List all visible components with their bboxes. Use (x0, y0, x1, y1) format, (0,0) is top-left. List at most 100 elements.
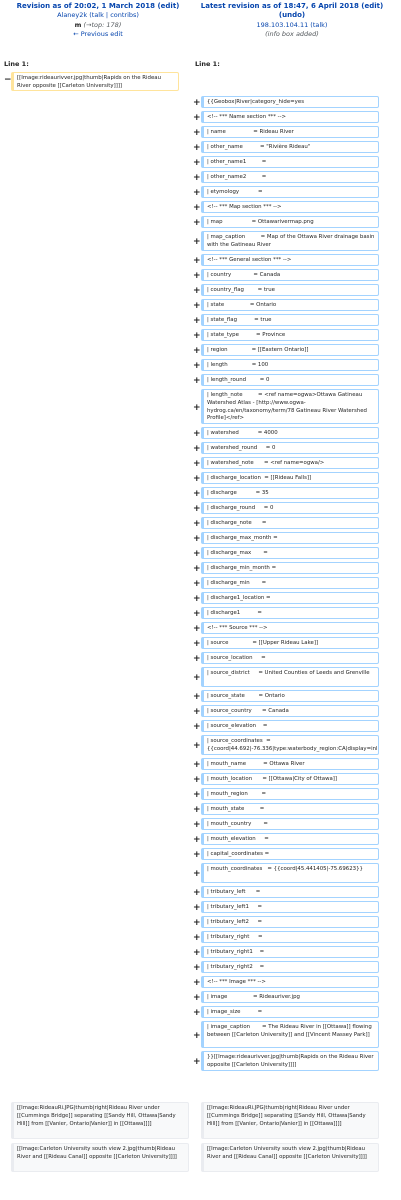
added-line-row: + | mouth_coordinates = {{coord|45.441405… (193, 863, 379, 885)
new-revision-summary: (info box added) (265, 29, 319, 38)
added-line-row: + | other_name2 = (193, 171, 379, 185)
added-line-row: + | etymology = (193, 186, 379, 200)
added-marker-icon: + (193, 158, 201, 168)
added-line-row: + | discharge_note = (193, 517, 379, 531)
added-marker-icon: + (193, 188, 201, 198)
added-line: | tributary_left = (201, 886, 379, 898)
old-revision-summary: m (→top: 178) (74, 20, 122, 29)
added-line: <!-- *** Map section *** --> (201, 201, 379, 213)
added-line-row: + | region = [[Eastern Ontario]] (193, 344, 379, 358)
added-marker-icon: + (193, 203, 201, 213)
added-marker-icon: + (193, 316, 201, 326)
added-marker-icon: + (193, 474, 201, 484)
added-marker-icon: + (193, 820, 201, 830)
added-marker-icon: + (193, 564, 201, 574)
added-marker-icon: + (193, 624, 201, 634)
added-line: | mouth_country = (201, 818, 379, 830)
added-line: | discharge_max = (201, 547, 379, 559)
added-line-row: + <!-- *** Map section *** --> (193, 201, 379, 215)
added-line: | mouth_region = (201, 788, 379, 800)
added-marker-icon: + (193, 376, 201, 386)
added-marker-icon: + (193, 869, 201, 879)
added-line-row: + | source_elevation = (193, 720, 379, 734)
added-line-row: + <!-- *** Source *** --> (193, 622, 379, 636)
new-revision-user-link[interactable]: 198.103.104.11 (talk) (257, 21, 328, 29)
added-line-row: + | state_type = Province (193, 329, 379, 343)
added-line-row: + | source = [[Upper Rideau Lake]] (193, 637, 379, 651)
undo-link[interactable]: (undo) (279, 11, 305, 19)
added-line-row: + | watershed_round = 0 (193, 442, 379, 456)
added-line: <!-- *** Source *** --> (201, 622, 379, 634)
added-marker-icon: + (193, 775, 201, 785)
added-marker-icon: + (193, 331, 201, 341)
left-line-number: Line 1: (4, 60, 29, 68)
added-line: | image_size = (201, 1006, 379, 1018)
added-marker-icon: + (193, 256, 201, 266)
added-line-row: + | name = Rideau River (193, 126, 379, 140)
added-marker-icon: + (193, 489, 201, 499)
added-line: | source_elevation = (201, 720, 379, 732)
old-revision-title-link[interactable]: Revision as of 20:02, 1 March 2018 (edit… (17, 2, 180, 10)
added-line: | tributary_right1 = (201, 946, 379, 958)
added-marker-icon: + (193, 128, 201, 138)
added-marker-icon: + (193, 707, 201, 717)
added-marker-icon: + (193, 790, 201, 800)
deleted-line: [[Image:rideaurivver.jpg|thumb|Rapids on… (11, 72, 179, 91)
added-line: <!-- *** Name section *** --> (201, 111, 379, 123)
previous-edit-link[interactable]: ← Previous edit (73, 30, 123, 38)
added-line: | other_name = "Rivière Rideau" (201, 141, 379, 153)
added-line: | map = Ottawarivermap.png (201, 216, 379, 228)
added-line-row: + | discharge_max = (193, 547, 379, 561)
added-line-row: + | length = 100 (193, 359, 379, 373)
added-line: | watershed_round = 0 (201, 442, 379, 454)
added-line-row: + | image_size = (193, 1006, 379, 1020)
added-line: | mouth_location = [[Ottawa|City of Otta… (201, 773, 379, 785)
added-marker-icon: + (193, 98, 201, 108)
added-marker-icon: + (193, 594, 201, 604)
added-marker-icon: + (193, 519, 201, 529)
added-line-row: + | discharge1_location = (193, 592, 379, 606)
context-line-right: [[Image:Carleton University south view 2… (201, 1143, 379, 1172)
added-line-row: + | discharge1 = (193, 607, 379, 621)
old-revision-user-link[interactable]: Alaney2k (talk | contribs) (57, 11, 139, 19)
old-revision-header: Revision as of 20:02, 1 March 2018 (edit… (3, 2, 193, 39)
added-line: | source_district = United Counties of L… (201, 667, 379, 687)
added-line: | source_location = (201, 652, 379, 664)
added-line: | source = [[Upper Rideau Lake]] (201, 637, 379, 649)
added-marker-icon: + (193, 504, 201, 514)
added-line: | image = Rideauriver.jpg (201, 991, 379, 1003)
added-line: <!-- *** General section *** --> (201, 254, 379, 266)
added-line-row: + | other_name1 = (193, 156, 379, 170)
added-line-row: + | source_country = Canada (193, 705, 379, 719)
added-line-row: + | country_flag = true (193, 284, 379, 298)
added-line: | tributary_right2 = (201, 961, 379, 973)
added-line-row: + | image = Rideauriver.jpg (193, 991, 379, 1005)
added-line: | discharge_location = [[Rideau Falls]] (201, 472, 379, 484)
added-line-row: + | tributary_right = (193, 931, 379, 945)
added-line: | length_round = 0 (201, 374, 379, 386)
added-line: <!-- *** Image *** --> (201, 976, 379, 988)
added-marker-icon: + (193, 1057, 201, 1067)
added-line: | etymology = (201, 186, 379, 198)
added-line: | discharge1_location = (201, 592, 379, 604)
added-marker-icon: + (193, 237, 201, 247)
added-line: | other_name1 = (201, 156, 379, 168)
added-line: | source_state = Ontario (201, 690, 379, 702)
added-line: | watershed_note = <ref name=ogwa/> (201, 457, 379, 469)
added-line-row: + | image_caption = The Rideau River in [… (193, 1021, 379, 1050)
added-line: | discharge_round = 0 (201, 502, 379, 514)
added-marker-icon: + (193, 835, 201, 845)
added-marker-icon: + (193, 978, 201, 988)
added-marker-icon: + (193, 673, 201, 683)
added-marker-icon: + (193, 534, 201, 544)
added-line: | mouth_coordinates = {{coord|45.441405|… (201, 863, 379, 883)
added-marker-icon: + (193, 933, 201, 943)
added-marker-icon: + (193, 805, 201, 815)
added-line-row: + | discharge_max_month = (193, 532, 379, 546)
added-line-row: + | tributary_left = (193, 886, 379, 900)
added-marker-icon: + (193, 143, 201, 153)
added-line: | region = [[Eastern Ontario]] (201, 344, 379, 356)
new-revision-header: Latest revision as of 18:47, 6 April 201… (197, 2, 387, 39)
new-revision-title-link[interactable]: Latest revision as of 18:47, 6 April 201… (201, 2, 383, 10)
right-line-number: Line 1: (195, 60, 220, 68)
